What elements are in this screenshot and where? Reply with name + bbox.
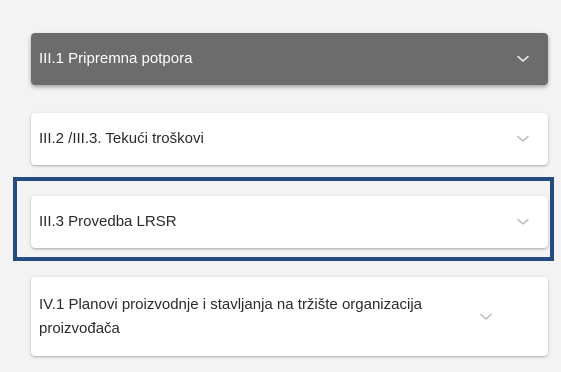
accordion-item-tekuci-troskovi[interactable]: III.2 /III.3. Tekući troškovi [31, 113, 548, 165]
chevron-down-icon [479, 312, 493, 322]
accordion-item-label: III.2 /III.3. Tekući troškovi [39, 130, 204, 147]
chevron-down-icon [516, 134, 530, 144]
chevron-down-icon [516, 54, 530, 64]
accordion-item-planovi-proizvodnje[interactable]: IV.1 Planovi proizvodnje i stavljanja na… [31, 277, 548, 356]
accordion-item-label: III.3 Provedba LRSR [39, 213, 177, 230]
accordion-item-label: IV.1 Planovi proizvodnje i stavljanja na… [39, 295, 422, 337]
accordion-item-pripremna-potpora[interactable]: III.1 Pripremna potpora [31, 33, 548, 85]
accordion-item-label: III.1 Pripremna potpora [39, 50, 193, 67]
accordion-item-provedba-lrsr[interactable]: III.3 Provedba LRSR [31, 196, 548, 248]
chevron-down-icon [516, 217, 530, 227]
